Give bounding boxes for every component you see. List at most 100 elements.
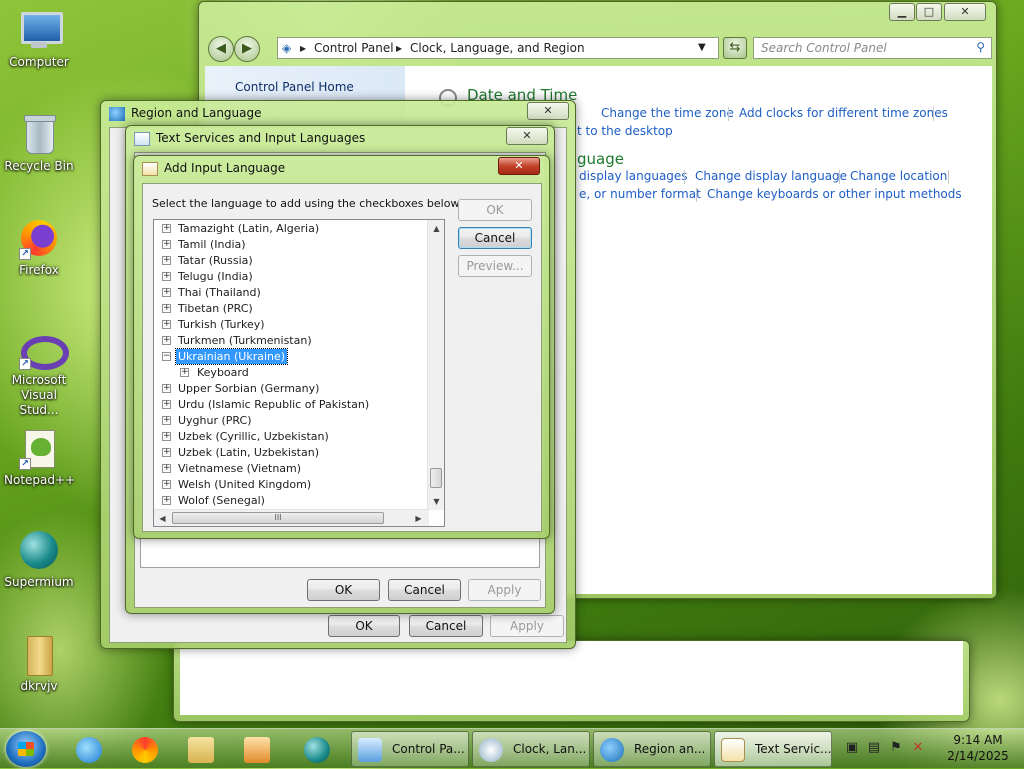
pinned-file-explorer[interactable] <box>174 731 226 767</box>
preview-button[interactable]: Preview... <box>458 255 532 277</box>
tree-item[interactable]: + Wolof (Senegal) <box>154 493 428 509</box>
expand-icon[interactable]: + <box>162 304 171 313</box>
back-button[interactable]: ◀ <box>208 36 234 62</box>
scroll-up-arrow-icon[interactable]: ▲ <box>428 220 444 237</box>
change-display-language-link[interactable]: Change display language <box>695 169 847 183</box>
cancel-button[interactable]: Cancel <box>388 579 461 601</box>
tree-item[interactable]: + Vietnamese (Vietnam) <box>154 461 428 477</box>
scroll-down-arrow-icon[interactable]: ▼ <box>428 493 444 510</box>
tree-item[interactable]: + Tamazight (Latin, Algeria) <box>154 221 428 237</box>
pinned-media-player[interactable] <box>230 731 282 767</box>
expand-icon[interactable]: + <box>162 240 171 249</box>
close-button[interactable]: ✕ <box>506 127 548 145</box>
cancel-button[interactable]: Cancel <box>409 615 483 637</box>
tree-item[interactable]: + Tamil (India) <box>154 237 428 253</box>
tree-item[interactable]: + Tatar (Russia) <box>154 253 428 269</box>
taskbar-button-control-panel[interactable]: Control Pa... <box>351 731 469 767</box>
tree-item[interactable]: + Welsh (United Kingdom) <box>154 477 428 493</box>
nvidia-icon[interactable]: ▣ <box>844 740 860 756</box>
expand-icon[interactable]: + <box>162 432 171 441</box>
tree-item[interactable]: + Thai (Thailand) <box>154 285 428 301</box>
expand-icon[interactable]: + <box>162 336 171 345</box>
change-keyboards-link[interactable]: Change keyboards or other input methods <box>707 187 962 201</box>
minimize-button[interactable]: ▁ <box>889 3 915 21</box>
search-box[interactable]: Search Control Panel ⚲ <box>753 37 992 59</box>
tree-item[interactable]: + Uzbek (Cyrillic, Uzbekistan) <box>154 429 428 445</box>
network-icon[interactable]: ▤ <box>866 740 882 756</box>
start-button[interactable] <box>6 731 46 767</box>
search-input[interactable]: Search Control Panel <box>761 41 887 55</box>
desktop-icon-recycle-bin[interactable]: Recycle Bin <box>4 112 74 174</box>
pinned-supermium[interactable] <box>290 731 342 767</box>
expand-icon[interactable]: + <box>162 384 171 393</box>
control-panel-home-link[interactable]: Control Panel Home <box>235 80 354 94</box>
ok-button[interactable]: OK <box>307 579 380 601</box>
tree-item[interactable]: + Upper Sorbian (Germany) <box>154 381 428 397</box>
apply-button[interactable]: Apply <box>490 615 564 637</box>
expand-icon[interactable]: + <box>162 496 171 505</box>
collapse-icon[interactable]: − <box>162 352 171 361</box>
tree-item[interactable]: + Telugu (India) <box>154 269 428 285</box>
expand-icon[interactable]: + <box>162 256 171 265</box>
vertical-scrollbar[interactable]: ▲ ▼ <box>427 220 444 510</box>
expand-icon[interactable]: + <box>162 288 171 297</box>
scroll-left-arrow-icon[interactable]: ◀ <box>154 510 171 526</box>
tree-item[interactable]: + Tibetan (PRC) <box>154 301 428 317</box>
gadget-desktop-link[interactable]: t to the desktop <box>577 124 673 138</box>
taskbar-button-region-language[interactable]: Region an... <box>593 731 711 767</box>
ok-button[interactable]: OK <box>328 615 400 637</box>
desktop-icon-notepad-plus-plus[interactable]: ↗ Notepad++ <box>4 426 75 488</box>
change-location-link[interactable]: Change location <box>850 169 947 183</box>
pinned-internet-explorer[interactable] <box>62 731 114 767</box>
region-language-heading[interactable]: guage <box>577 150 624 168</box>
desktop-icon-visual-studio[interactable]: ↗ Microsoft Visual Stud... <box>4 326 74 418</box>
add-input-language-dialog[interactable]: Add Input Language ✕ Select the language… <box>133 155 550 539</box>
desktop-icon-supermium[interactable]: Supermium <box>4 528 74 590</box>
add-clocks-link[interactable]: Add clocks for different time zones <box>739 106 948 120</box>
volume-muted-icon[interactable]: ✕ <box>910 740 926 756</box>
taskbar-clock[interactable]: 9:14 AM 2/14/2025 <box>942 732 1014 764</box>
desktop-icon-firefox[interactable]: ↗ Firefox <box>4 216 74 278</box>
horizontal-scrollbar[interactable]: ◀ III ▶ <box>154 509 429 526</box>
breadcrumb-clock-language-region[interactable]: Clock, Language, and Region <box>410 41 585 55</box>
search-icon[interactable]: ⚲ <box>976 40 985 54</box>
refresh-button[interactable]: ⇆ <box>723 37 747 59</box>
forward-button[interactable]: ▶ <box>234 36 260 62</box>
expand-icon[interactable]: + <box>162 464 171 473</box>
close-button[interactable]: ✕ <box>527 102 569 120</box>
expand-icon[interactable]: + <box>162 224 171 233</box>
tree-item-child[interactable]: + Keyboard <box>154 365 428 381</box>
maximize-button[interactable]: □ <box>916 3 942 21</box>
expand-icon[interactable]: + <box>162 272 171 281</box>
scroll-thumb[interactable]: III <box>172 512 384 524</box>
tree-item[interactable]: + Turkish (Turkey) <box>154 317 428 333</box>
breadcrumb-control-panel[interactable]: Control Panel <box>314 41 394 55</box>
desktop-icon-folder[interactable]: dkrvjv <box>4 632 74 694</box>
expand-icon[interactable]: + <box>162 416 171 425</box>
expand-icon[interactable]: + <box>162 320 171 329</box>
tree-item[interactable]: + Uzbek (Latin, Uzbekistan) <box>154 445 428 461</box>
scroll-thumb[interactable] <box>430 468 442 488</box>
desktop-icon-computer[interactable]: Computer <box>4 8 74 70</box>
address-bar[interactable]: ◈ ▸ Control Panel ▸ Clock, Language, and… <box>277 37 719 59</box>
tree-item[interactable]: + Urdu (Islamic Republic of Pakistan) <box>154 397 428 413</box>
expand-icon[interactable]: + <box>162 400 171 409</box>
tree-item-selected[interactable]: − Ukrainian (Ukraine) <box>154 348 428 365</box>
ok-button[interactable]: OK <box>458 199 532 221</box>
change-time-zone-link[interactable]: Change the time zone <box>601 106 734 120</box>
close-button[interactable]: ✕ <box>498 157 540 175</box>
expand-icon[interactable]: + <box>162 448 171 457</box>
language-tree[interactable]: + Tamazight (Latin, Algeria) + Tamil (Indi… <box>153 219 445 527</box>
expand-icon[interactable]: + <box>162 480 171 489</box>
taskbar-button-text-services[interactable]: Text Servic... <box>714 731 832 767</box>
expand-icon[interactable]: + <box>180 368 189 377</box>
pinned-firefox[interactable] <box>118 731 170 767</box>
cancel-button[interactable]: Cancel <box>458 227 532 249</box>
apply-button[interactable]: Apply <box>468 579 541 601</box>
scroll-right-arrow-icon[interactable]: ▶ <box>410 510 427 526</box>
tree-item[interactable]: + Turkmen (Turkmenistan) <box>154 333 428 349</box>
chevron-down-icon[interactable]: ▼ <box>698 42 706 53</box>
taskbar-button-clock-language[interactable]: Clock, Lan... <box>472 731 590 767</box>
action-center-flag-icon[interactable]: ⚑ <box>888 740 904 756</box>
change-number-format-link[interactable]: e, or number format <box>579 187 701 201</box>
